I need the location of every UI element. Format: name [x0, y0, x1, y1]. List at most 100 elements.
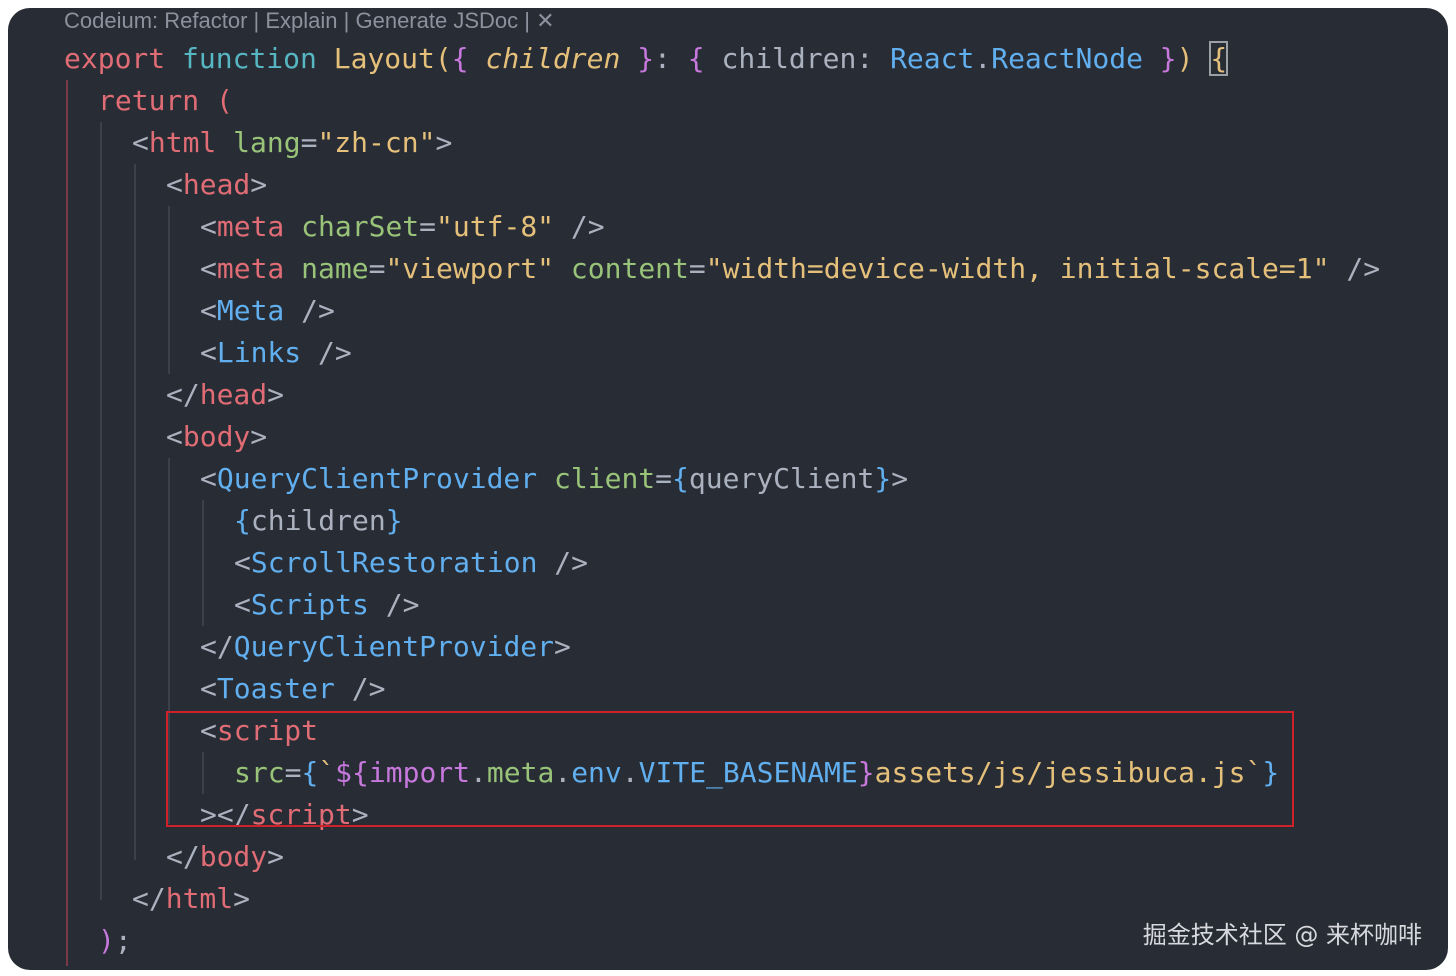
code-line[interactable]: <head> [166, 164, 267, 206]
token-component: Toaster [216, 672, 335, 705]
codelens-refactor-link[interactable]: Codeium: Refactor [64, 8, 247, 33]
token-type: ReactNode [991, 42, 1143, 75]
code-line[interactable]: <meta name="viewport" content="width=dev… [200, 248, 1380, 290]
token-identifier: children [250, 504, 386, 537]
token-punct: > [267, 840, 285, 873]
token-string: "viewport" [385, 252, 555, 285]
token-brace: } [874, 462, 892, 495]
code-line[interactable]: <ScrollRestoration /> [234, 542, 588, 584]
code-line[interactable]: return ( [98, 80, 233, 122]
token-punct: = [368, 252, 386, 285]
token-brace: } [1159, 42, 1177, 75]
token-tag: html [165, 882, 234, 915]
indent-guide [168, 206, 170, 374]
token-punct: </ [132, 882, 166, 915]
token-keyword: export [64, 42, 166, 75]
codelens-separator: | [518, 8, 537, 33]
token-punct: > [233, 882, 251, 915]
token-punct: < [200, 672, 217, 705]
token-punct: /> [537, 546, 589, 579]
code-line[interactable]: {children} [234, 500, 403, 542]
token-brace: } [637, 42, 655, 75]
code-editor-window: Codeium: Refactor | Explain | Generate J… [8, 8, 1448, 970]
token-brace: { [451, 42, 469, 75]
token-component: QueryClientProvider [216, 462, 538, 495]
token-tag: head [182, 168, 251, 201]
token-component: QueryClientProvider [233, 630, 555, 663]
code-line[interactable]: </body> [166, 836, 284, 878]
token-punct: = [688, 252, 706, 285]
codelens-jsdoc-link[interactable]: Generate JSDoc [355, 8, 518, 33]
token-punct: /> [301, 336, 352, 369]
token-string: "width=device-width, initial-scale=1" [705, 252, 1330, 285]
code-line[interactable]: <QueryClientProvider client={queryClient… [200, 458, 908, 500]
token-punct: : [654, 42, 688, 75]
token-paren: ( [216, 84, 233, 117]
token-string: "utf-8" [436, 210, 555, 243]
watermark: 掘金技术社区 @ 来杯咖啡 [1142, 921, 1422, 949]
code-line[interactable]: ); [98, 920, 132, 962]
token-punct: = [419, 210, 437, 243]
codelens-close-icon[interactable]: ✕ [536, 8, 554, 33]
code-line[interactable]: <Links /> [200, 332, 352, 374]
token-function-name: Layout [333, 42, 435, 75]
token-string: "zh-cn" [317, 126, 436, 159]
token-identifier: queryClient [688, 462, 875, 495]
token-punct: < [200, 210, 217, 243]
token-punct: < [166, 168, 183, 201]
token-punct: = [655, 462, 673, 495]
token-param: children [485, 42, 621, 75]
code-line[interactable]: <Scripts /> [234, 584, 419, 626]
code-line[interactable]: <Meta /> [200, 290, 335, 332]
code-line[interactable]: <Toaster /> [200, 668, 385, 710]
code-line[interactable]: export function Layout({ children }: { c… [64, 38, 1229, 80]
codelens-separator: | [247, 8, 266, 33]
token-punct: < [132, 126, 149, 159]
token-punct: < [234, 588, 251, 621]
indent-guide [66, 80, 68, 966]
token-paren: ( [434, 42, 452, 75]
token-attr: lang [233, 126, 301, 159]
code-line[interactable]: <html lang="zh-cn"> [132, 122, 452, 164]
token-punct: /> [554, 210, 605, 243]
token-punct: < [200, 294, 217, 327]
code-line[interactable]: </QueryClientProvider> [200, 626, 571, 668]
token-punct: > [250, 168, 268, 201]
token-tag: html [148, 126, 217, 159]
highlight-annotation-box [166, 711, 1294, 827]
token-component: Scripts [250, 588, 369, 621]
token-punct: /> [334, 672, 386, 705]
token-attr: charSet [301, 210, 420, 243]
code-line[interactable]: <meta charSet="utf-8" /> [200, 206, 605, 248]
token-paren: ) [1176, 42, 1194, 75]
token-tag: body [199, 840, 268, 873]
token-punct: > [267, 378, 285, 411]
token-punct: < [200, 462, 217, 495]
token-punct: ; [114, 924, 132, 957]
token-prop: children: [704, 42, 891, 75]
code-line[interactable]: <body> [166, 416, 267, 458]
token-tag: head [199, 378, 268, 411]
token-keyword: function [182, 42, 317, 75]
token-punct: </ [200, 630, 234, 663]
token-punct: /> [368, 588, 420, 621]
token-punct: . [974, 42, 992, 75]
token-keyword: return [98, 84, 200, 117]
token-punct: < [166, 420, 183, 453]
token-brace: } [385, 504, 403, 537]
code-line[interactable]: </head> [166, 374, 284, 416]
indent-guide [202, 500, 204, 626]
token-punct: </ [166, 378, 200, 411]
codelens-explain-link[interactable]: Explain [265, 8, 337, 33]
code-line[interactable]: </html> [132, 878, 250, 920]
token-brace: { [234, 504, 251, 537]
token-paren: ) [98, 924, 115, 957]
